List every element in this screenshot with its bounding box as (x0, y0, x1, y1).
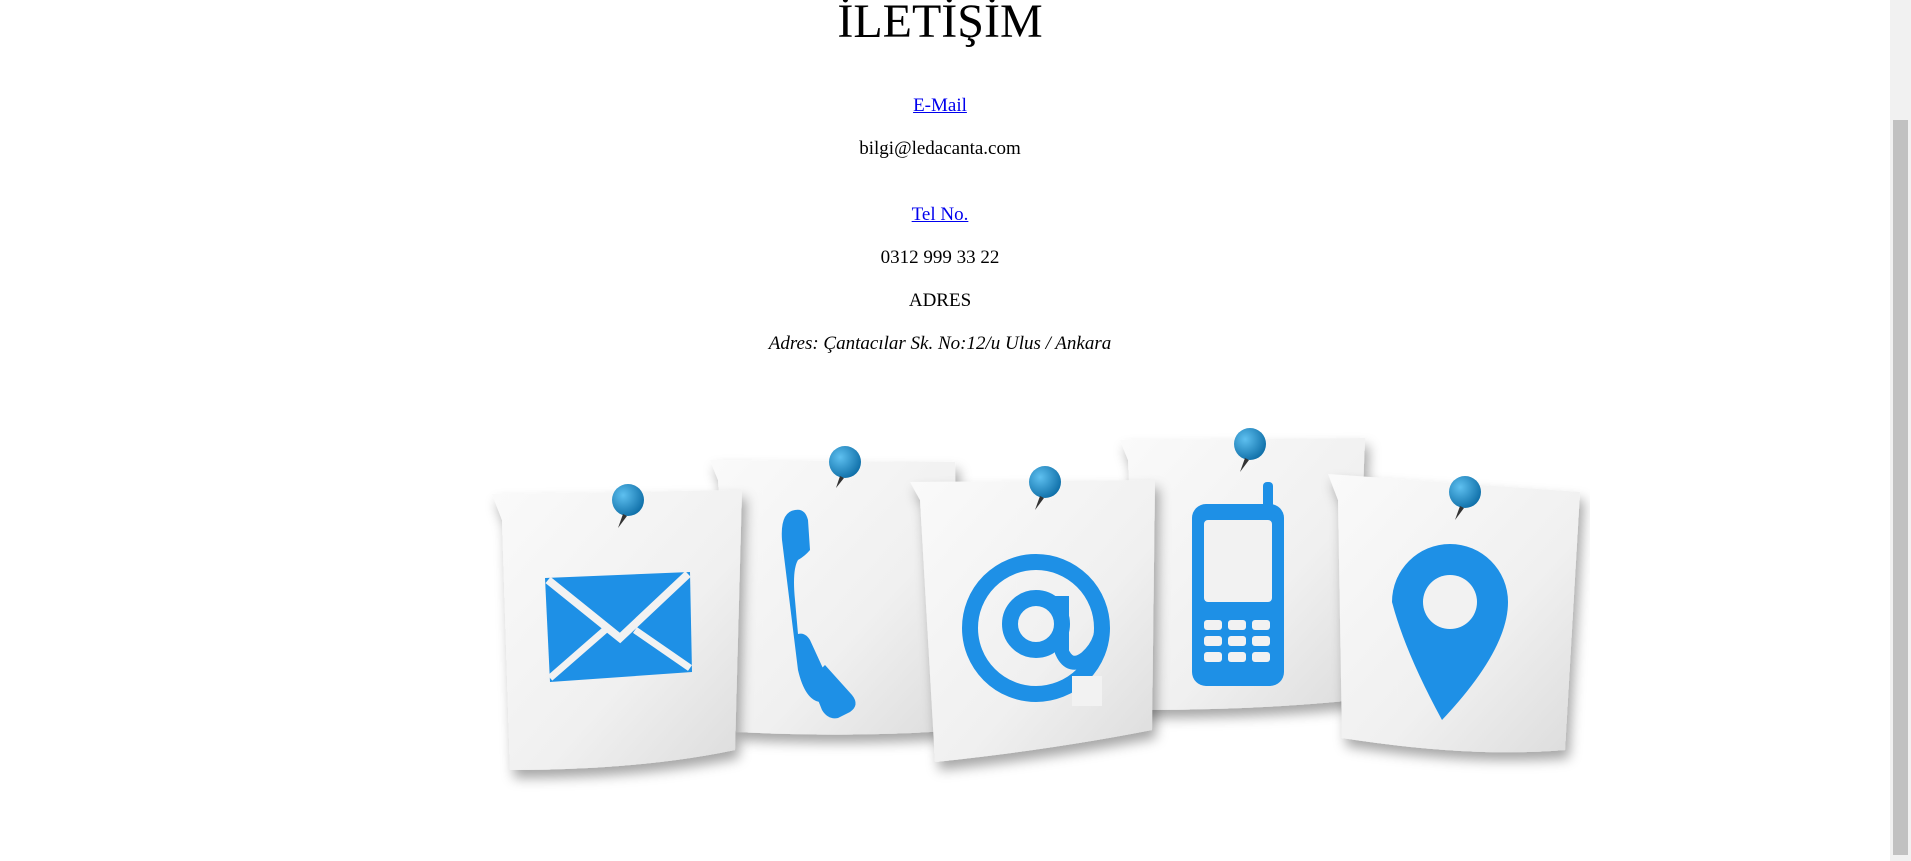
location-card (1328, 474, 1580, 753)
email-link[interactable]: E-Mail (913, 95, 967, 116)
mobile-phone-icon (1192, 482, 1284, 686)
address-value: Adres: Çantacılar Sk. No:12/u Ulus / Ank… (768, 333, 1112, 354)
phone-label-line: Tel No. (0, 203, 1880, 227)
at-card (910, 466, 1155, 762)
contact-page: İLETİŞİM E-Mail bilgi@ledacanta.com Tel … (0, 0, 1911, 861)
pushpin-icon (1029, 466, 1061, 498)
scrollbar-thumb[interactable] (1893, 120, 1908, 855)
vertical-scrollbar[interactable] (1890, 0, 1911, 861)
page-title: İLETİŞİM (837, 0, 1043, 48)
phone-link[interactable]: Tel No. (912, 204, 969, 225)
phone-value: 0312 999 33 22 (880, 247, 1000, 268)
email-label-line: E-Mail (0, 94, 1880, 118)
address-heading: ADRES (908, 290, 972, 311)
email-card (492, 484, 742, 770)
contact-icons-illustration (492, 428, 1580, 770)
pushpin-icon (612, 484, 644, 516)
email-value: bilgi@ledacanta.com (859, 138, 1021, 159)
mobile-card (1120, 428, 1365, 710)
pushpin-icon (1234, 428, 1266, 460)
pushpin-icon (829, 446, 861, 478)
pushpin-icon (1449, 476, 1481, 508)
envelope-icon (545, 571, 692, 682)
